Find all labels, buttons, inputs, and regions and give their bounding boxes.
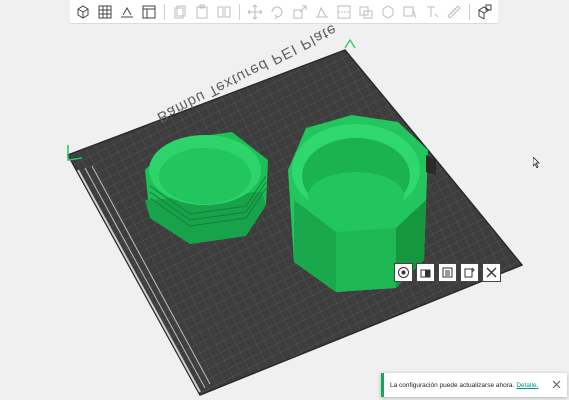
color-paint-icon[interactable] <box>401 2 419 21</box>
scale-icon[interactable] <box>290 2 308 21</box>
plate-lock-icon[interactable] <box>416 263 435 282</box>
plate-orient-icon[interactable] <box>460 263 479 282</box>
close-icon[interactable] <box>550 378 563 391</box>
assembly-icon[interactable] <box>476 2 494 21</box>
mouse-cursor-icon <box>532 155 541 173</box>
move-icon[interactable] <box>246 2 264 21</box>
update-notification: La configuración puede actualizarse ahor… <box>381 373 567 397</box>
plate-home-icon[interactable] <box>394 263 413 282</box>
plate-arrange-icon[interactable] <box>438 263 457 282</box>
support-paint-icon[interactable] <box>357 2 375 21</box>
add-object-icon[interactable] <box>74 2 92 21</box>
plate-delete-icon[interactable] <box>482 263 501 282</box>
paste-icon[interactable] <box>193 2 211 21</box>
orient-icon[interactable] <box>118 2 136 21</box>
toolbar-divider <box>239 3 241 20</box>
arrange-grid-icon[interactable] <box>96 2 114 21</box>
plate-toolbar <box>394 263 504 282</box>
lay-on-face-icon[interactable] <box>313 2 331 21</box>
notification-details-link[interactable]: Detalle. <box>516 382 538 389</box>
cut-icon[interactable] <box>335 2 353 21</box>
build-plate <box>66 38 524 396</box>
split-icon[interactable] <box>215 2 233 21</box>
toolbar-divider <box>468 3 470 20</box>
toolbar-divider <box>164 3 166 20</box>
layout-panel-icon[interactable] <box>140 2 158 21</box>
rotate-icon[interactable] <box>268 2 286 21</box>
3d-viewport[interactable]: Bambu Textured PEI Plate <box>0 20 569 400</box>
notification-message: La configuración puede actualizarse ahor… <box>390 381 515 389</box>
top-toolbar <box>70 0 498 24</box>
seam-paint-icon[interactable] <box>379 2 397 21</box>
text-tool-icon[interactable] <box>423 2 441 21</box>
measure-icon[interactable] <box>445 2 463 21</box>
copy-icon[interactable] <box>171 2 189 21</box>
